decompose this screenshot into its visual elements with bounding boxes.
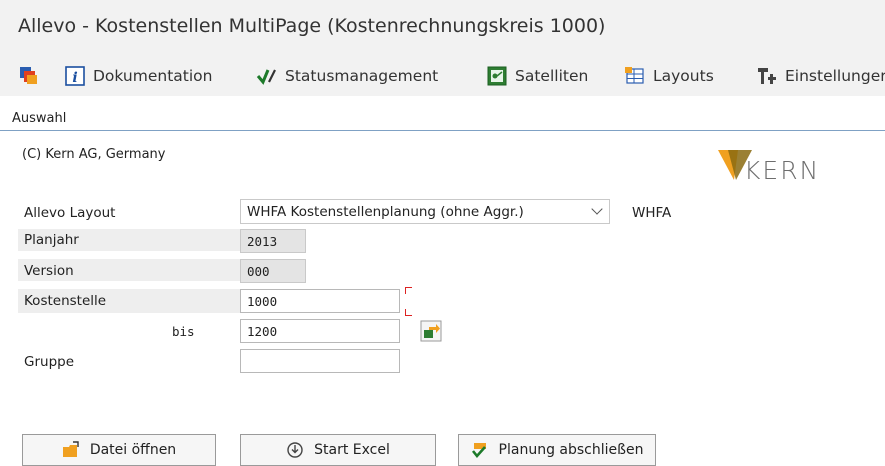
- planung-abschliessen-button[interactable]: Planung abschließen: [458, 434, 656, 466]
- allevo-layout-value: WHFA Kostenstellenplanung (ohne Aggr.): [247, 204, 524, 220]
- version-label: Version: [24, 263, 74, 279]
- dokumentation-label: Dokumentation: [93, 67, 213, 85]
- title-bar: Allevo - Kostenstellen MultiPage (Kosten…: [0, 0, 885, 56]
- kern-logo: KERN: [718, 144, 858, 186]
- satellite-icon: [486, 65, 508, 87]
- info-icon: i: [64, 65, 86, 87]
- version-field: 000: [240, 259, 306, 283]
- kern-logo-text: KERN: [744, 156, 821, 185]
- checkmark-pencil-icon: [256, 65, 278, 87]
- start-excel-button[interactable]: Start Excel: [240, 434, 436, 466]
- allevo-layout-label: Allevo Layout: [24, 205, 116, 221]
- gruppe-label: Gruppe: [24, 354, 75, 370]
- einstellungen-button[interactable]: Einstellunger: [756, 64, 885, 88]
- layouts-label: Layouts: [653, 67, 714, 85]
- toolbar: i Dokumentation Statusmanagement Satelli…: [0, 56, 885, 96]
- copyright-text: (C) Kern AG, Germany: [22, 147, 166, 162]
- layouts-button[interactable]: Layouts: [624, 64, 714, 88]
- datei-oeffnen-label: Datei öffnen: [89, 442, 177, 458]
- multiple-selection-icon: [420, 320, 442, 342]
- multi-window-button[interactable]: [18, 64, 47, 88]
- planung-abschliessen-label: Planung abschließen: [498, 442, 644, 458]
- gruppe-input[interactable]: [240, 349, 400, 373]
- chevron-down-icon: [591, 203, 603, 215]
- tab-auswahl[interactable]: Auswahl: [12, 111, 66, 126]
- planjahr-field: 2013: [240, 229, 306, 253]
- kostenstelle-from-input[interactable]: 1000: [240, 289, 400, 313]
- range-end-marker: [405, 309, 412, 316]
- settings-sliders-icon: [756, 65, 778, 87]
- kostenstelle-label: Kostenstelle: [24, 293, 107, 309]
- start-excel-label: Start Excel: [314, 442, 390, 458]
- satelliten-label: Satelliten: [515, 67, 589, 85]
- range-start-marker: [405, 287, 412, 294]
- statusmanagement-button[interactable]: Statusmanagement: [256, 64, 438, 88]
- layout-grid-icon: [624, 65, 646, 87]
- einstellungen-label: Einstellunger: [785, 67, 885, 85]
- datei-oeffnen-button[interactable]: Datei öffnen: [22, 434, 216, 466]
- bis-label: bis: [172, 324, 195, 339]
- start-excel-icon: [286, 441, 304, 459]
- open-folder-icon: [62, 441, 80, 459]
- close-planning-icon: [471, 441, 489, 459]
- satelliten-button[interactable]: Satelliten: [486, 64, 588, 88]
- kostenstelle-to-input[interactable]: 1200: [240, 319, 400, 343]
- svg-text:i: i: [72, 70, 77, 86]
- multiple-selection-button[interactable]: [420, 320, 442, 342]
- layout-code: WHFA: [632, 205, 672, 221]
- dokumentation-button[interactable]: i Dokumentation: [64, 64, 212, 88]
- allevo-layout-select[interactable]: WHFA Kostenstellenplanung (ohne Aggr.): [240, 199, 610, 224]
- planjahr-label: Planjahr: [24, 232, 79, 248]
- window-title: Allevo - Kostenstellen MultiPage (Kosten…: [18, 15, 606, 37]
- multi-window-icon: [18, 65, 40, 87]
- tab-bar: Auswahl: [0, 108, 885, 131]
- statusmanagement-label: Statusmanagement: [285, 67, 439, 85]
